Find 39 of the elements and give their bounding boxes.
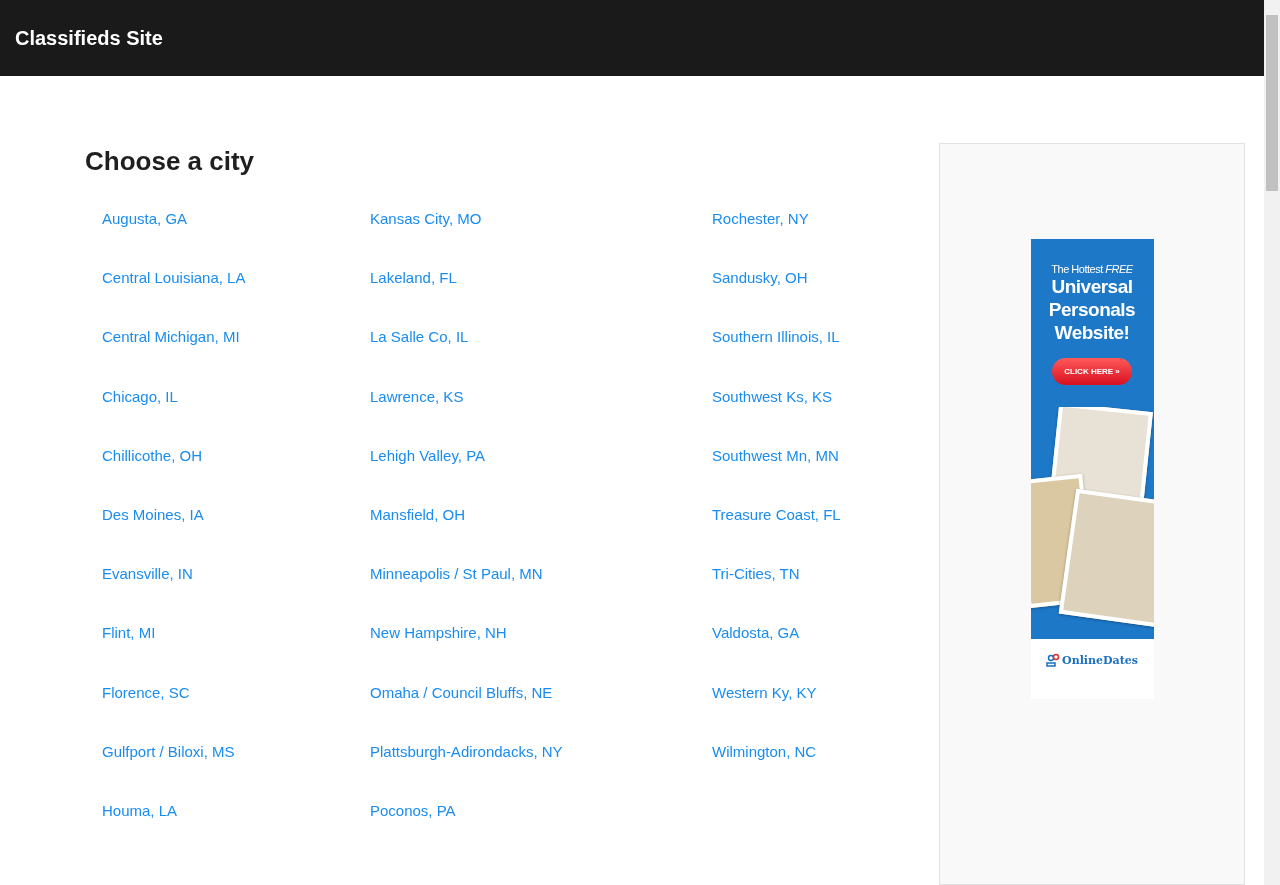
city-link[interactable]: Southwest Ks, KS bbox=[712, 387, 833, 447]
city-link[interactable]: Plattsburgh-Adirondacks, NY bbox=[370, 742, 563, 802]
city-link[interactable]: La Salle Co, IL bbox=[370, 328, 469, 388]
page-heading: Choose a city bbox=[85, 145, 256, 178]
city-link[interactable]: Lakeland, FL bbox=[370, 269, 457, 329]
ad-brand: OnlineDates bbox=[1062, 653, 1138, 667]
city-link[interactable]: Chillicothe, OH bbox=[102, 446, 203, 506]
city-link[interactable]: Kansas City, MO bbox=[370, 210, 482, 270]
city-link[interactable]: Southern Illinois, IL bbox=[712, 328, 840, 388]
city-link[interactable]: New Hampshire, NH bbox=[370, 624, 507, 684]
city-link[interactable]: Chicago, IL bbox=[102, 387, 178, 447]
city-link[interactable]: Florence, SC bbox=[102, 683, 190, 743]
city-link[interactable]: Western Ky, KY bbox=[712, 683, 817, 743]
site-title[interactable]: Classifieds Site bbox=[15, 26, 163, 50]
city-link[interactable]: Southwest Mn, MN bbox=[712, 446, 839, 506]
ad-headline: Universal Personals Website! bbox=[1047, 275, 1137, 344]
city-link[interactable]: Minneapolis / St Paul, MN bbox=[370, 565, 543, 625]
city-link[interactable]: Lawrence, KS bbox=[370, 387, 464, 447]
city-link[interactable]: Flint, MI bbox=[102, 624, 156, 684]
city-link[interactable]: Mansfield, OH bbox=[370, 505, 466, 566]
city-link[interactable]: Des Moines, IA bbox=[102, 505, 204, 566]
city-link[interactable]: Augusta, GA bbox=[102, 210, 188, 270]
city-link[interactable]: Valdosta, GA bbox=[712, 624, 800, 684]
city-link[interactable]: Treasure Coast, FL bbox=[712, 505, 841, 566]
city-link[interactable]: Houma, LA bbox=[102, 801, 178, 862]
city-link[interactable]: Poconos, PA bbox=[370, 801, 456, 862]
city-link[interactable]: Sandusky, OH bbox=[712, 269, 808, 329]
people-icon bbox=[1046, 653, 1061, 667]
scrollbar[interactable] bbox=[1264, 0, 1280, 885]
city-link[interactable]: Lehigh Valley, PA bbox=[370, 446, 486, 506]
ad-button[interactable]: CLICK HERE » bbox=[1052, 358, 1132, 385]
city-link[interactable]: Central Michigan, MI bbox=[102, 328, 240, 388]
city-link[interactable]: Wilmington, NC bbox=[712, 742, 817, 802]
city-link[interactable]: Tri-Cities, TN bbox=[712, 565, 800, 625]
city-link[interactable]: Central Louisiana, LA bbox=[102, 269, 246, 329]
city-link[interactable]: Gulfport / Biloxi, MS bbox=[102, 742, 235, 802]
city-link[interactable]: Evansville, IN bbox=[102, 565, 193, 625]
city-link[interactable]: Omaha / Council Bluffs, NE bbox=[370, 683, 553, 743]
city-link[interactable]: Rochester, NY bbox=[712, 210, 809, 270]
